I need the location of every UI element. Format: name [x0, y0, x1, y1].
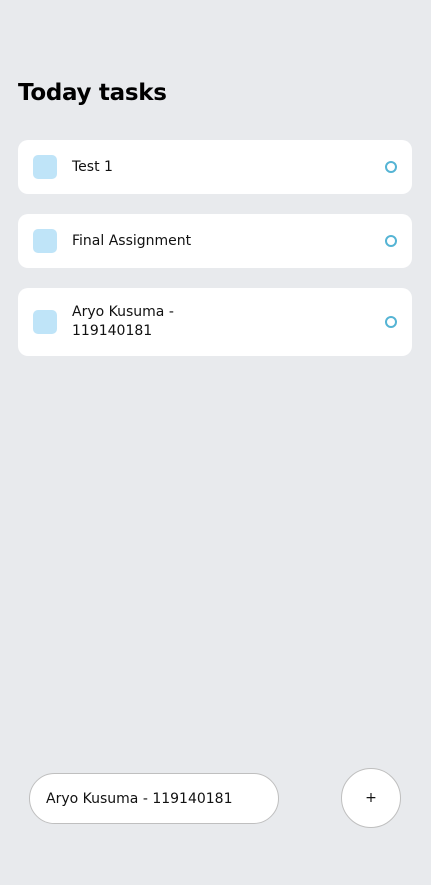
task-item[interactable]: Test 1: [18, 140, 412, 194]
task-input[interactable]: [30, 774, 278, 823]
add-task-button[interactable]: +: [341, 768, 401, 828]
task-input-wrapper: [29, 773, 279, 824]
task-status-circle-icon[interactable]: [385, 161, 397, 173]
task-checkbox-square[interactable]: [33, 310, 57, 334]
task-item[interactable]: Aryo Kusuma - 119140181: [18, 288, 412, 356]
task-text: Final Assignment: [72, 232, 192, 249]
task-text: Test 1: [72, 158, 113, 175]
task-checkbox-square[interactable]: [33, 229, 57, 253]
task-status-circle-icon[interactable]: [385, 235, 397, 247]
task-status-circle-icon[interactable]: [385, 316, 397, 328]
task-list: Test 1 Final Assignment Aryo Kusuma - 11…: [18, 140, 412, 376]
task-checkbox-square[interactable]: [33, 155, 57, 179]
page-title: Today tasks: [18, 80, 167, 106]
task-item[interactable]: Final Assignment: [18, 214, 412, 268]
task-text: Aryo Kusuma - 119140181: [72, 304, 174, 339]
